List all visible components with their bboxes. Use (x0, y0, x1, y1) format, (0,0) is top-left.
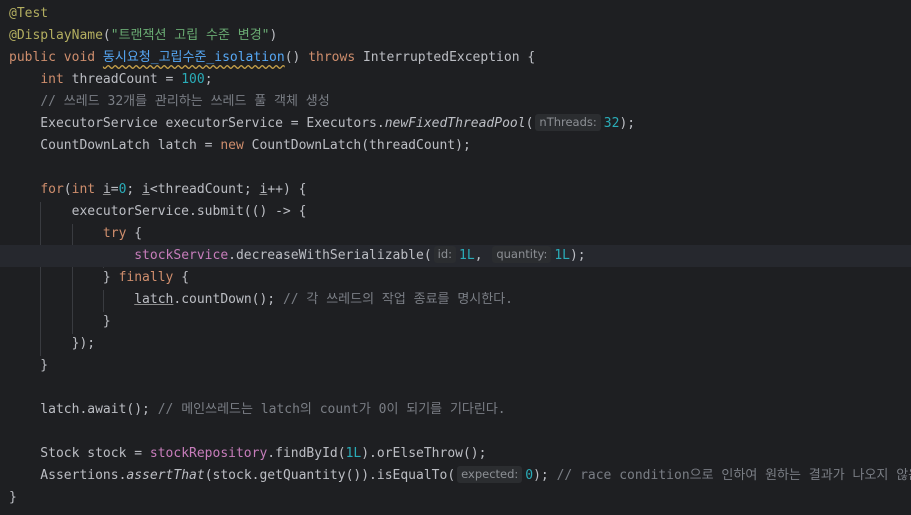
code-line[interactable]: // 쓰레드 32개를 관리하는 쓰레드 풀 객체 생성 (0, 91, 911, 113)
code-token: , (474, 248, 491, 263)
code-line[interactable] (0, 377, 911, 399)
code-token: 100 (181, 72, 205, 87)
code-line[interactable]: executorService.submit(() -> { (0, 201, 911, 223)
code-line[interactable]: public void 동시요청_고립수준_isolation() throws… (0, 47, 911, 69)
code-token: try (102, 226, 135, 241)
code-token: finally (118, 270, 182, 285)
code-token: ); (619, 116, 636, 131)
code-token: Assertions. (9, 468, 127, 483)
code-token: ( (63, 182, 72, 197)
code-token: }); (9, 336, 96, 351)
code-token: // 메인쓰레드는 latch의 count가 0이 되기를 기다린다. (157, 402, 506, 417)
code-token: executorService.submit(() -> { (9, 204, 307, 219)
code-token: { (134, 226, 143, 241)
code-line[interactable]: int threadCount = 100; (0, 69, 911, 91)
code-token: latch.await(); (9, 402, 158, 417)
code-line-current[interactable]: stockService.decreaseWithSerializable(id… (0, 245, 911, 267)
parameter-hint: quantity: (492, 246, 552, 263)
code-line[interactable]: Assertions.assertThat(stock.getQuantity(… (0, 465, 911, 487)
code-token: 1L (554, 248, 570, 263)
parameter-hint: expected: (457, 466, 523, 483)
code-token: "트랜잭션 고립 수준 변경" (110, 28, 270, 43)
code-token: Stock stock = (9, 446, 150, 461)
code-token: throws (308, 50, 363, 65)
code-line[interactable]: Stock stock = stockRepository.findById(1… (0, 443, 911, 465)
code-token: 32 (603, 116, 620, 131)
code-token: assertThat (126, 468, 205, 483)
code-token: CountDownLatch latch = (9, 138, 221, 153)
code-token: 동시요청_고립수준_isolation (102, 50, 285, 65)
parameter-hint: nThreads: (535, 114, 601, 131)
code-line[interactable]: @DisplayName("트랜잭션 고립 수준 변경") (0, 25, 911, 47)
code-line[interactable] (0, 157, 911, 179)
code-token: ; (204, 72, 213, 87)
code-token: // 쓰레드 32개를 관리하는 쓰레드 풀 객체 생성 (40, 94, 330, 109)
code-line[interactable] (0, 421, 911, 443)
code-token: ++) { (267, 182, 307, 197)
code-token: <threadCount; (149, 182, 260, 197)
code-token: () (284, 50, 309, 65)
code-token: // race condition으로 인하여 원하는 결과가 나오지 않음 (556, 468, 911, 483)
code-line[interactable]: } (0, 487, 911, 509)
code-token: } (9, 358, 49, 373)
code-token: newFixedThreadPool (384, 116, 526, 131)
code-token: for (40, 182, 64, 197)
code-token: } (9, 270, 119, 285)
code-token: @Test (9, 6, 49, 21)
code-token: .countDown(); (173, 292, 283, 307)
code-line[interactable]: } finally { (0, 267, 911, 289)
code-token: ); (569, 248, 586, 263)
code-line[interactable]: CountDownLatch latch = new CountDownLatc… (0, 135, 911, 157)
code-line[interactable]: } (0, 355, 911, 377)
code-token: } (9, 490, 17, 505)
code-token: 1L (459, 248, 475, 263)
code-token: public void (9, 50, 103, 65)
code-token: @DisplayName (9, 28, 103, 43)
code-token: ( (102, 28, 111, 43)
code-token: .decreaseWithSerializable( (228, 248, 432, 263)
code-token: ( (525, 116, 534, 131)
parameter-hint: id: (433, 246, 457, 263)
code-line[interactable]: for(int i=0; i<threadCount; i++) { (0, 179, 911, 201)
code-line[interactable]: @Test (0, 3, 911, 25)
code-editor[interactable]: @Test @DisplayName("트랜잭션 고립 수준 변경") public… (0, 0, 911, 515)
code-token: = (110, 182, 119, 197)
code-token: new (220, 138, 252, 153)
code-token: { (181, 270, 190, 285)
code-line[interactable]: latch.await(); // 메인쓰레드는 latch의 count가 0… (0, 399, 911, 421)
code-token: } (9, 314, 111, 329)
code-token: ExecutorService executorService = Execut… (9, 116, 385, 131)
code-token: i (142, 182, 150, 197)
code-token: InterruptedException { (362, 50, 536, 65)
code-token: ).orElseThrow(); (361, 446, 487, 461)
code-token: int (40, 72, 72, 87)
code-token: // 각 쓰레드의 작업 종료를 명시한다. (282, 292, 514, 307)
code-token: ) (269, 28, 278, 43)
code-token: stockRepository (149, 446, 268, 461)
code-token: i (102, 182, 111, 197)
code-token: stockService (134, 248, 229, 263)
code-token: latch (134, 292, 174, 307)
code-token: .findById( (267, 446, 346, 461)
code-line[interactable]: try { (0, 223, 911, 245)
code-token: CountDownLatch(threadCount); (251, 138, 471, 153)
code-token: 1L (345, 446, 362, 461)
code-line[interactable]: }); (0, 333, 911, 355)
code-line[interactable]: latch.countDown(); // 각 쓰레드의 작업 종료를 명시한다… (0, 289, 911, 311)
code-token: (stock.getQuantity()).isEqualTo( (204, 468, 456, 483)
code-line[interactable]: ExecutorService executorService = Execut… (0, 113, 911, 135)
code-token: int (71, 182, 103, 197)
code-line[interactable]: } (0, 311, 911, 333)
code-token: 0 (525, 468, 534, 483)
code-token: ); (533, 468, 557, 483)
code-token: ; (126, 182, 143, 197)
code-token: threadCount = (71, 72, 182, 87)
